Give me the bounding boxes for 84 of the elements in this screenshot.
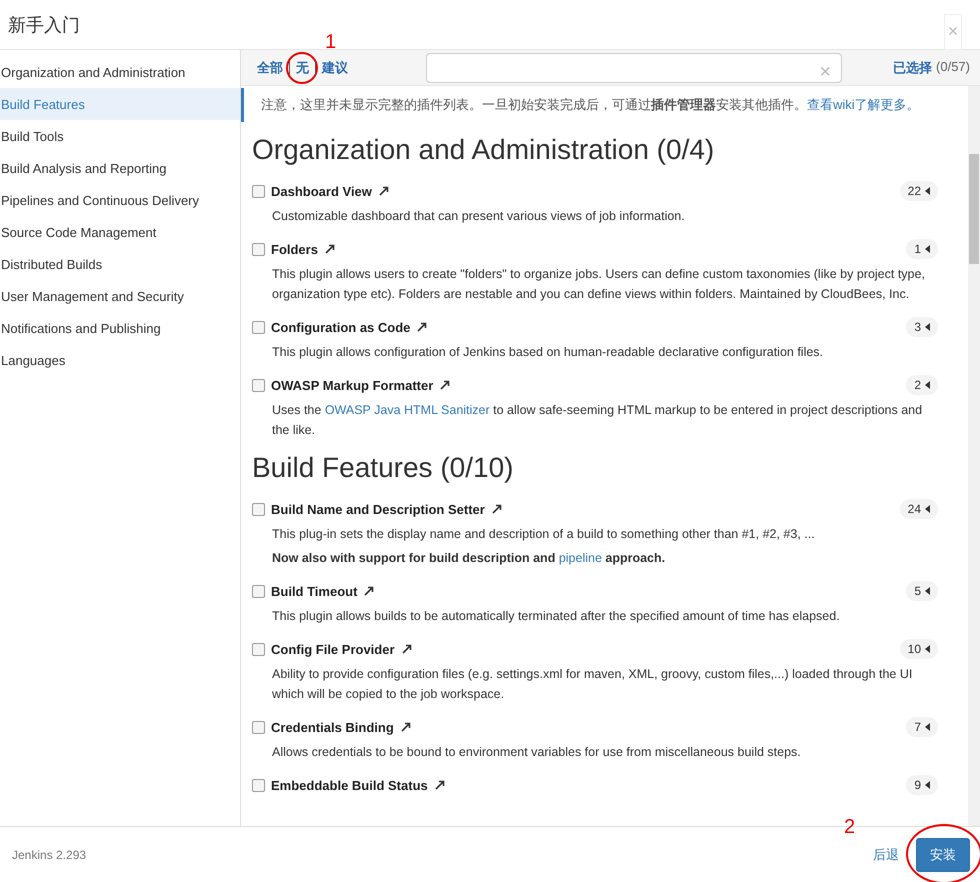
- section-heading: Build Features (0/10): [252, 452, 514, 484]
- external-link-icon[interactable]: [324, 243, 336, 255]
- external-link-icon[interactable]: [416, 321, 428, 333]
- caret-icon: [925, 781, 930, 789]
- selected-count: (0/57): [936, 58, 970, 76]
- caret-icon: [925, 381, 930, 389]
- notice-text: 注意，这里并未显示完整的插件列表。一旦初始安装完成后，可通过插件管理器安装其他插件。: [261, 97, 807, 112]
- annotation-number: 1: [325, 30, 336, 54]
- filter-link[interactable]: 无: [289, 60, 315, 74]
- plugin-checkbox[interactable]: [252, 320, 265, 334]
- caret-icon: [925, 245, 930, 253]
- plugin-checkbox[interactable]: [252, 242, 265, 256]
- category-item[interactable]: Source Code Management: [0, 216, 240, 248]
- wiki-link[interactable]: 查看wiki了解更多。: [807, 97, 920, 112]
- plugin-checkbox[interactable]: [252, 184, 265, 198]
- description-link[interactable]: pipeline: [558, 551, 602, 565]
- scrollbar[interactable]: [968, 86, 980, 826]
- caret-icon: [925, 645, 930, 653]
- category-item[interactable]: Build Tools: [0, 120, 240, 152]
- description-link[interactable]: OWASP Java HTML Sanitizer: [324, 403, 490, 417]
- dialog-title: 新手入门: [8, 14, 80, 36]
- dependency-count[interactable]: 10: [900, 639, 938, 659]
- category-item[interactable]: Distributed Builds: [0, 248, 240, 280]
- back-link[interactable]: 后退: [873, 846, 899, 864]
- dependency-count[interactable]: 24: [900, 499, 938, 519]
- plugin-description: This plugin allows users to create "folders" to organize jobs. Users can define custom taxonomies (like by project type, organization type etc). Folders are nestable and you can define views within folders. Maintained by CloudBees, Inc.: [272, 266, 926, 303]
- plugin-name: Configuration as Code: [271, 320, 410, 334]
- external-link-icon[interactable]: [490, 503, 503, 515]
- plugin-name: Folders: [271, 242, 318, 256]
- install-button[interactable]: 安装: [916, 838, 970, 872]
- plugin-checkbox[interactable]: [252, 778, 265, 792]
- external-link-icon[interactable]: [439, 379, 452, 391]
- plugin-name: Build Timeout: [271, 584, 358, 598]
- plugin-name: Embeddable Build Status: [271, 778, 428, 792]
- plugin-description: This plug-in sets the display name and description of a build to something other than #1, #2, #3, ...: [272, 526, 816, 543]
- dependency-count[interactable]: 3: [906, 317, 938, 337]
- plugin-name: Credentials Binding: [271, 720, 394, 734]
- external-link-icon[interactable]: [434, 779, 446, 791]
- selected-link[interactable]: 已选择: [893, 58, 932, 76]
- category-item[interactable]: Build Features: [0, 88, 240, 120]
- filter-link[interactable]: 全部: [251, 60, 289, 74]
- plugin-checkbox[interactable]: [252, 720, 265, 734]
- caret-icon: [925, 505, 930, 513]
- plugin-description: Now also with support for build description and pipeline approach.: [272, 550, 666, 567]
- caret-icon: [925, 187, 930, 195]
- external-link-icon[interactable]: [400, 643, 413, 655]
- dependency-count[interactable]: 5: [906, 581, 938, 601]
- external-link-icon[interactable]: [400, 721, 412, 733]
- external-link-icon[interactable]: [363, 585, 376, 597]
- scrollbar-thumb[interactable]: [969, 154, 979, 264]
- plugin-name: Build Name and Description Setter: [271, 502, 485, 516]
- category-item[interactable]: Languages: [0, 344, 240, 376]
- caret-icon: [925, 323, 930, 331]
- category-item[interactable]: Notifications and Publishing: [0, 312, 240, 344]
- dependency-count[interactable]: 2: [906, 375, 938, 395]
- annotation-number: 2: [844, 816, 856, 838]
- plugin-description: This plugin allows builds to be automatically terminated after the specified amount of time has elapsed.: [272, 608, 841, 625]
- plugin-checkbox[interactable]: [252, 642, 265, 656]
- caret-icon: [925, 587, 930, 595]
- external-link-icon[interactable]: [378, 185, 390, 197]
- category-item[interactable]: Organization and Administration: [0, 56, 240, 88]
- plugin-description: Allows credentials to be bound to environment variables for use from miscellaneous build steps.: [272, 744, 802, 761]
- plugin-description: Uses the OWASP Java HTML Sanitizer to allow safe-seeming HTML markup to be entered in project descriptions and the like.: [272, 402, 924, 439]
- dependency-count[interactable]: 7: [906, 717, 938, 737]
- plugin-description: Ability to provide configuration files (e.g. settings.xml for maven, XML, groovy, custom files,...) loaded through the UI which will be copied to the job workspace.: [272, 666, 914, 703]
- plugin-name: OWASP Markup Formatter: [271, 378, 434, 392]
- plugin-checkbox[interactable]: [252, 502, 265, 516]
- dependency-count[interactable]: 22: [900, 181, 938, 201]
- plugin-description: Customizable dashboard that can present various views of job information.: [272, 208, 686, 225]
- dependency-count[interactable]: 9: [906, 775, 938, 795]
- section-heading: Organization and Administration (0/4): [252, 134, 716, 166]
- category-item[interactable]: User Management and Security: [0, 280, 240, 312]
- dependency-count[interactable]: 1: [906, 239, 938, 259]
- version-label: Jenkins 2.293: [12, 848, 86, 862]
- category-item[interactable]: Build Analysis and Reporting: [0, 152, 240, 184]
- category-item[interactable]: Pipelines and Continuous Delivery: [0, 184, 240, 216]
- plugin-checkbox[interactable]: [252, 378, 265, 392]
- plugin-name: Dashboard View: [271, 184, 372, 198]
- plugin-checkbox[interactable]: [252, 584, 265, 598]
- plugin-description: This plugin allows configuration of Jenkins based on human-readable declarative configuration files.: [272, 344, 824, 361]
- filter-link[interactable]: 建议: [315, 60, 354, 74]
- plugin-name: Config File Provider: [271, 642, 395, 656]
- caret-icon: [925, 723, 930, 731]
- annotation-circle: [286, 52, 318, 84]
